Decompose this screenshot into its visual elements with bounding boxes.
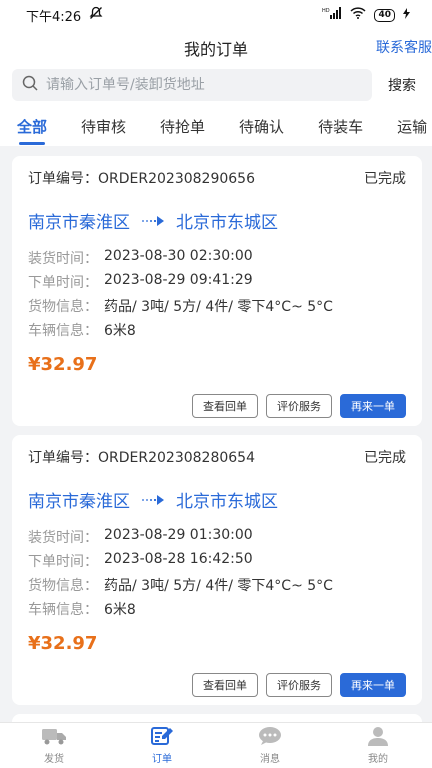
order-time-row: 下单时间： 2023-08-28 16:42:50 [28,551,253,571]
signal-icon: HD [322,7,342,23]
rate-service-button[interactable]: 评价服务 [266,394,332,418]
tab-all[interactable]: 全部 [17,116,47,145]
nav-messages-label: 消息 [260,754,280,765]
tab-in-transport[interactable]: 运输 [397,116,427,137]
contact-service-link[interactable]: 联系客服 [376,37,432,57]
reorder-button[interactable]: 再来一单 [340,673,406,697]
view-receipt-button[interactable]: 查看回单 [192,394,258,418]
route: 南京市秦淮区 北京市东城区 [28,208,278,233]
nav-orders[interactable]: 订单 [108,723,216,768]
search-input[interactable] [46,77,346,93]
tab-pending-grab[interactable]: 待抢单 [160,116,205,137]
load-time-label: 装货时间： [28,251,98,267]
order-number-label: 订单编号： [28,450,98,466]
nav-ship[interactable]: 发货 [0,723,108,768]
view-receipt-button[interactable]: 查看回单 [192,673,258,697]
nav-orders-label: 订单 [152,754,172,765]
order-number: ORDER202308290656 [98,171,255,187]
load-time-value: 2023-08-29 01:30:00 [104,527,253,543]
order-actions: 查看回单 评价服务 再来一单 [192,673,406,697]
wifi-icon [350,7,366,23]
user-icon [366,726,390,749]
route-arrow-icon [142,494,164,505]
battery-icon: 40 [374,8,395,22]
cargo-label: 货物信息： [28,299,98,315]
svg-text:HD: HD [322,8,330,14]
vehicle-value: 6米8 [104,323,136,339]
route-origin: 南京市秦淮区 [28,492,130,512]
status-badge: 已完成 [364,171,406,187]
status-tabs: 全部 待审核 待抢单 待确认 待装车 运输 [0,106,432,146]
nav-ship-label: 发货 [44,754,64,765]
search-button[interactable]: 搜索 [388,75,416,95]
route-destination: 北京市东城区 [176,213,278,233]
vehicle-label: 车辆信息： [28,602,98,618]
order-time-label: 下单时间： [28,554,98,570]
nav-profile[interactable]: 我的 [324,723,432,768]
load-time-value: 2023-08-30 02:30:00 [104,248,253,264]
load-time-row: 装货时间： 2023-08-29 01:30:00 [28,527,253,547]
cargo-row: 货物信息： 药品/ 3吨/ 5方/ 4件/ 零下4°C~ 5°C [28,575,333,595]
tab-pending-review[interactable]: 待审核 [81,116,126,137]
load-time-row: 装货时间： 2023-08-30 02:30:00 [28,248,253,268]
rate-service-button[interactable]: 评价服务 [266,673,332,697]
order-time-row: 下单时间： 2023-08-29 09:41:29 [28,272,253,292]
cargo-row: 货物信息： 药品/ 3吨/ 5方/ 4件/ 零下4°C~ 5°C [28,296,333,316]
page-title: 我的订单 [183,40,248,59]
reorder-button[interactable]: 再来一单 [340,394,406,418]
route: 南京市秦淮区 北京市东城区 [28,487,278,512]
status-badge: 已完成 [364,450,406,466]
page-header: 我的订单 联系客服 [0,30,432,64]
route-origin: 南京市秦淮区 [28,213,130,233]
order-number: ORDER202308280654 [98,450,255,466]
load-time-label: 装货时间： [28,530,98,546]
vehicle-value: 6米8 [104,602,136,618]
notification-off-icon [89,6,103,24]
chat-bubble-icon [257,726,283,749]
tab-pending-confirm[interactable]: 待确认 [239,116,284,137]
nav-messages[interactable]: 消息 [216,723,324,768]
search-icon [22,75,38,95]
cargo-label: 货物信息： [28,578,98,594]
cargo-value: 药品/ 3吨/ 5方/ 4件/ 零下4°C~ 5°C [104,578,333,594]
status-time: 下午4:26 [26,9,82,25]
order-number-label: 订单编号： [28,171,98,187]
order-time-label: 下单时间： [28,275,98,291]
charging-icon [403,7,410,23]
truck-icon [41,726,67,749]
route-arrow-icon [142,215,164,226]
bottom-nav: 发货 订单 消息 我的 [0,722,432,768]
nav-profile-label: 我的 [368,754,388,765]
order-time-value: 2023-08-28 16:42:50 [104,551,253,567]
vehicle-row: 车辆信息： 6米8 [28,599,136,619]
tab-pending-loading[interactable]: 待装车 [318,116,363,137]
cargo-value: 药品/ 3吨/ 5方/ 4件/ 零下4°C~ 5°C [104,299,333,315]
vehicle-row: 车辆信息： 6米8 [28,320,136,340]
search-box [12,69,372,101]
order-list: 订单编号：ORDER202308290656 已完成 南京市秦淮区 北京市东城区… [0,146,432,722]
order-edit-icon [150,726,174,749]
status-bar: 下午4:26 HD 40 [0,0,432,30]
order-card[interactable] [12,714,422,722]
route-destination: 北京市东城区 [176,492,278,512]
order-actions: 查看回单 评价服务 再来一单 [192,394,406,418]
order-price: ¥32.97 [28,633,98,654]
search-bar: 搜索 [0,64,432,106]
order-price: ¥32.97 [28,354,98,375]
order-header: 订单编号：ORDER202308290656 已完成 [28,168,406,188]
order-header: 订单编号：ORDER202308280654 已完成 [28,447,406,467]
vehicle-label: 车辆信息： [28,323,98,339]
order-card[interactable]: 订单编号：ORDER202308280654 已完成 南京市秦淮区 北京市东城区… [12,435,422,705]
order-time-value: 2023-08-29 09:41:29 [104,272,253,288]
order-card[interactable]: 订单编号：ORDER202308290656 已完成 南京市秦淮区 北京市东城区… [12,156,422,426]
